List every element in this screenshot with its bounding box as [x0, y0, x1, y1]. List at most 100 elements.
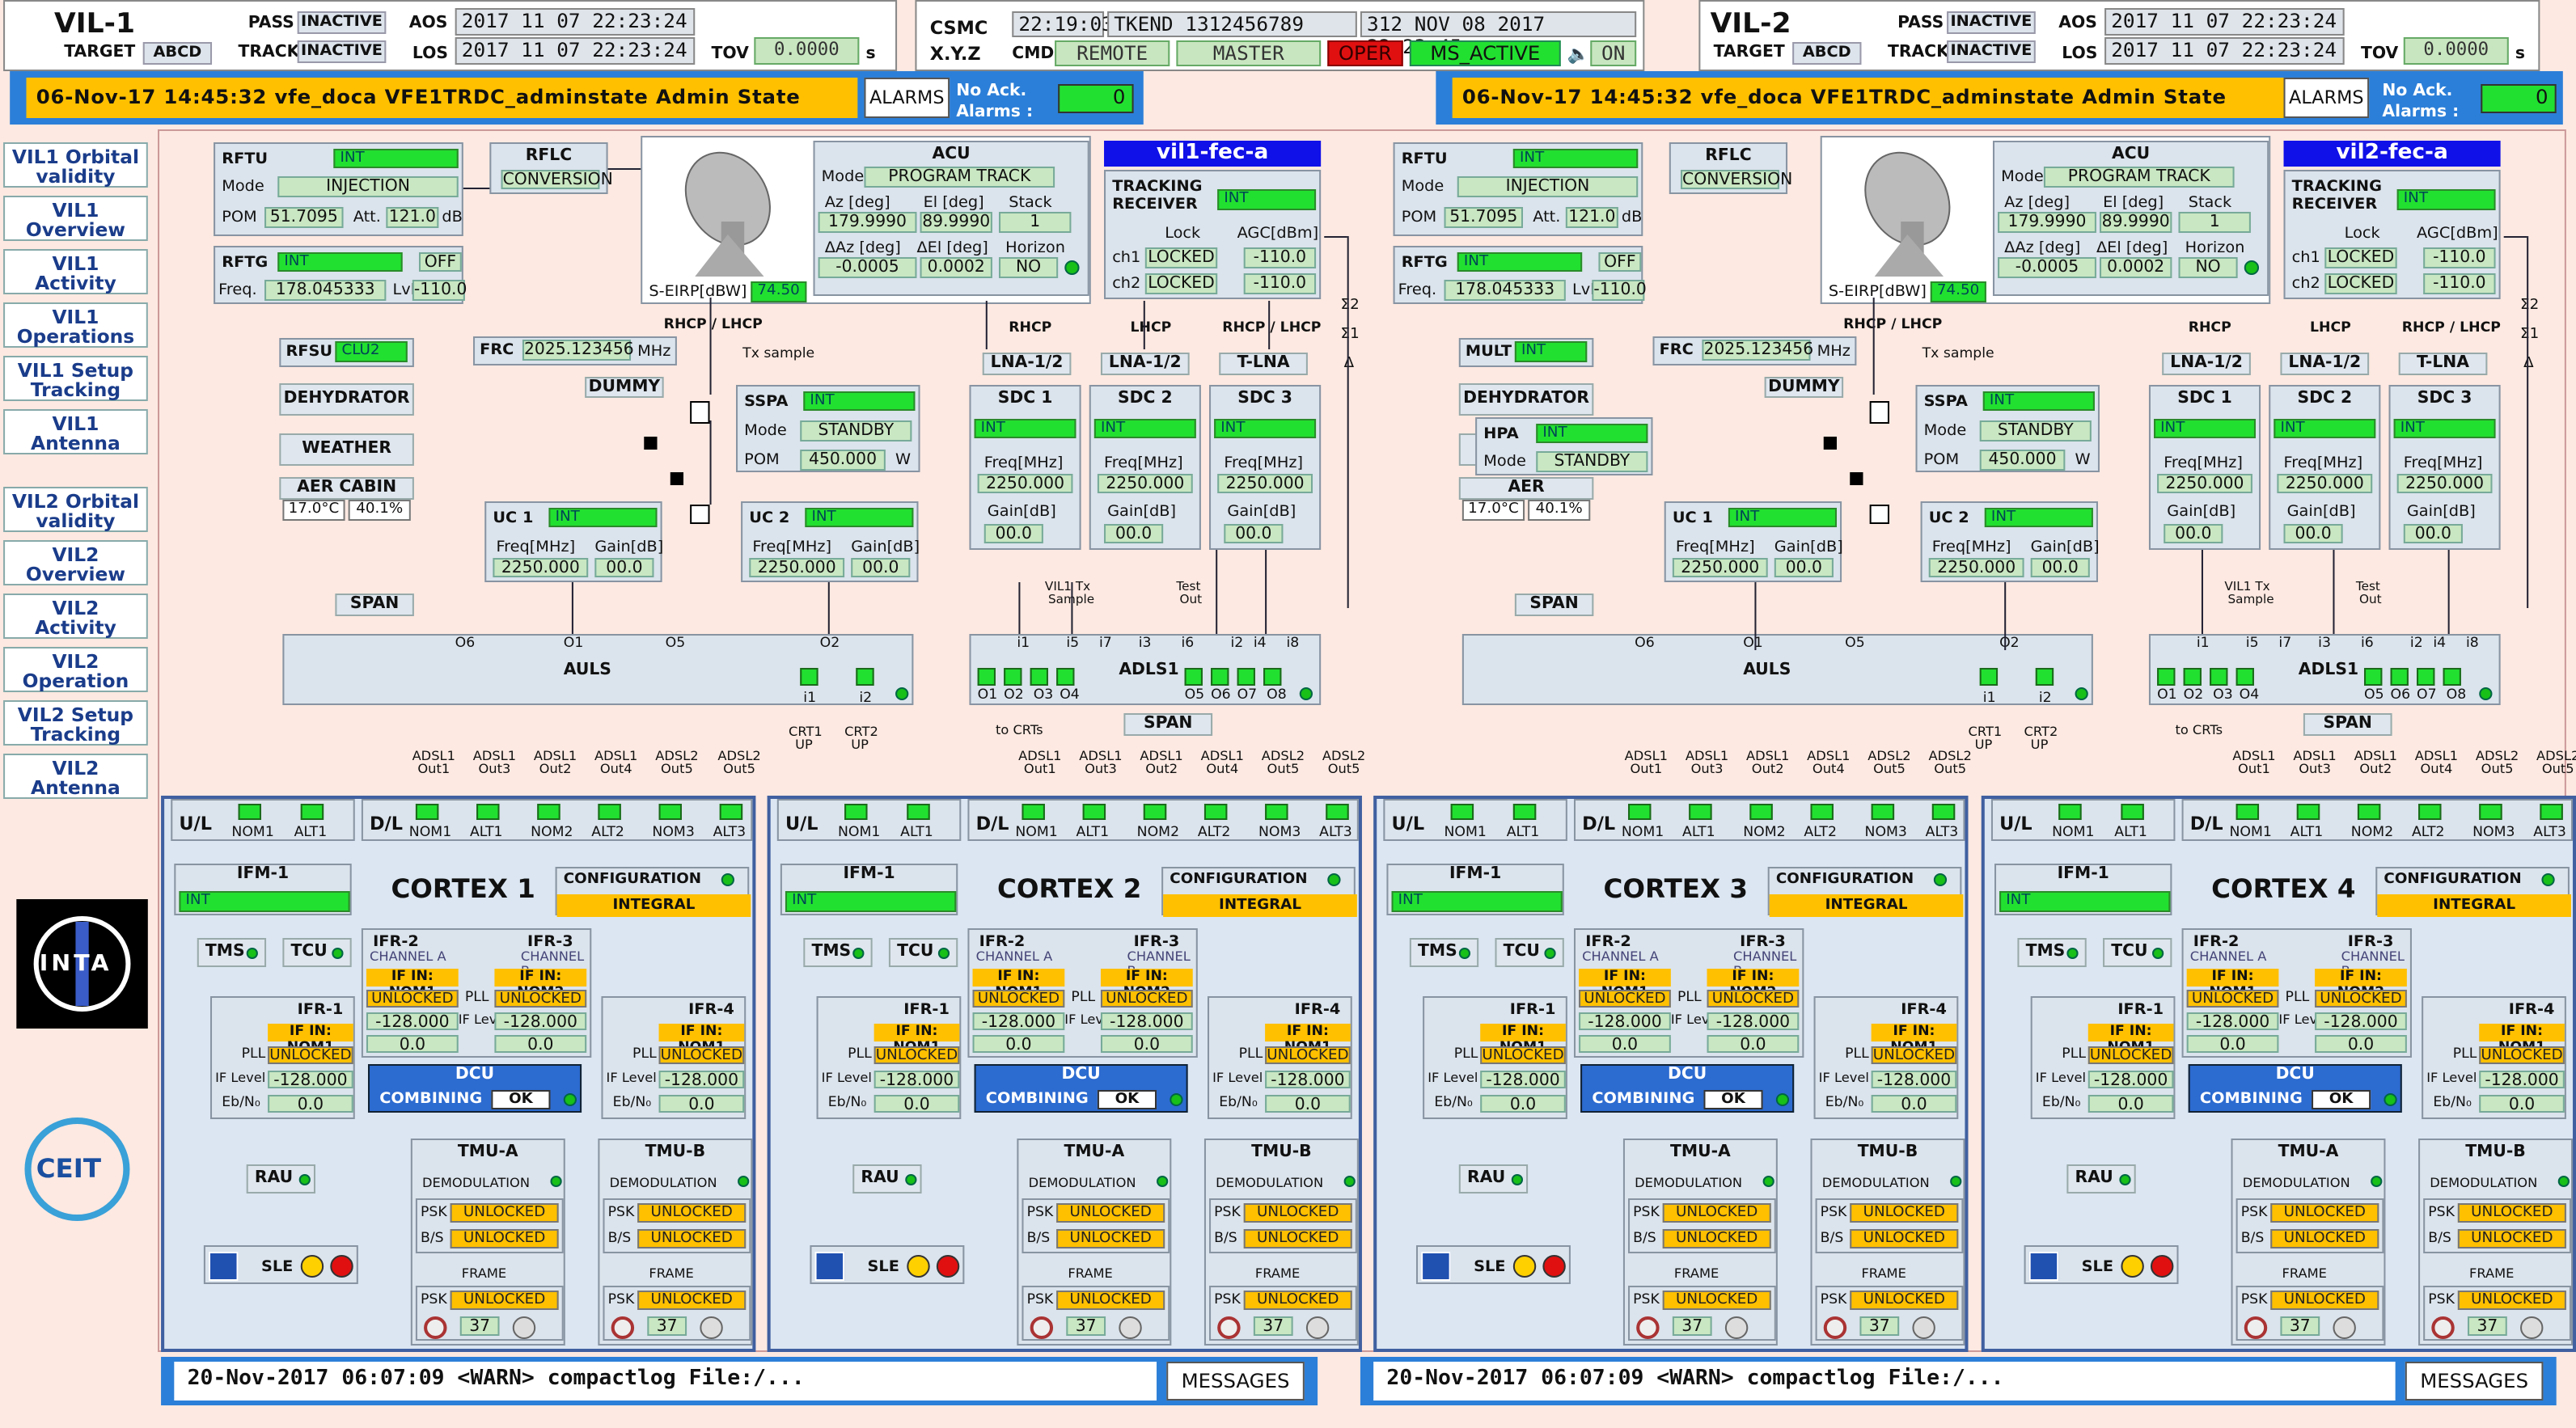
sdc1-freq: 2250.000	[2157, 474, 2252, 493]
psk-label: PSK	[421, 1205, 447, 1221]
sspa-panel: SSPA INT Mode STANDBY POM 450.000 W	[1915, 385, 2100, 472]
connector-line	[607, 168, 641, 170]
acu-label: ACU	[932, 146, 971, 163]
gain-label: Gain[dB]	[1774, 539, 1843, 556]
nom3-indicator	[1871, 804, 1895, 820]
lna-box[interactable]: LNA-1/2	[982, 353, 1072, 375]
remote-button[interactable]: REMOTE	[1055, 40, 1170, 66]
span-button[interactable]: SPAN	[2303, 713, 2392, 736]
receiver-status: INT	[1217, 189, 1317, 210]
sidebar-item[interactable]: VIL1 Operations	[3, 302, 148, 348]
dcu-ok: OK	[2312, 1090, 2371, 1109]
dcu-label: DCU	[1667, 1066, 1707, 1084]
tlna-box[interactable]: T-LNA	[2398, 353, 2488, 375]
sdc3-panel: SDC 3 INT Freq[MHz] 2250.000 Gain[dB] 00.0	[1209, 385, 1322, 550]
ul-label: U/L	[1999, 813, 2032, 834]
pll-status: UNLOCKED	[1480, 1046, 1566, 1064]
alarms-button[interactable]: ALARMS	[2283, 78, 2370, 118]
lna-box[interactable]: LNA-1/2	[1100, 353, 1190, 375]
aer-temp: 17.0°C	[1461, 500, 1525, 521]
frame-button-icon[interactable]	[2244, 1316, 2268, 1339]
span-button[interactable]: SPAN	[1514, 594, 1594, 616]
adsl-out-line2: Out5	[1267, 762, 1300, 776]
messages-button[interactable]: MESSAGES	[1166, 1362, 1305, 1401]
ifr1-label: IFR-1	[297, 1001, 344, 1019]
ifm-label: IFM-1	[236, 865, 290, 883]
off-button[interactable]: OFF	[1598, 252, 1642, 272]
acu-mode: PROGRAM TRACK	[864, 167, 1055, 188]
dummy-box[interactable]: DUMMY	[585, 377, 664, 398]
sidebar-item[interactable]: VIL2 Activity	[3, 594, 148, 639]
connector-line	[1872, 298, 1875, 395]
demod-status-icon	[1343, 1176, 1356, 1187]
sle-yellow-indicator[interactable]	[2121, 1255, 2144, 1278]
lna-box[interactable]: LNA-1/2	[2280, 353, 2370, 375]
psk-label: PSK	[2428, 1205, 2455, 1221]
frame-button-icon[interactable]	[1030, 1316, 1054, 1339]
frame-button-icon[interactable]	[424, 1316, 447, 1339]
sle-red-indicator[interactable]	[1542, 1255, 1566, 1278]
message-text: 20-Nov-2017 06:07:09 <WARN> compactlog F…	[1373, 1362, 2396, 1401]
dehydrator-box[interactable]: DEHYDRATOR	[279, 383, 414, 416]
sle-red-indicator[interactable]	[2150, 1255, 2174, 1278]
sidebar-item[interactable]: VIL1 Setup Tracking	[3, 356, 148, 401]
watt-unit: W	[895, 451, 912, 469]
sidebar-item[interactable]: VIL1 Antenna	[3, 409, 148, 454]
if-level-label: IF Level	[1212, 1071, 1263, 1085]
oper-button[interactable]: OPER	[1327, 40, 1403, 66]
frame-button-icon[interactable]	[1823, 1316, 1847, 1339]
sidebar-item[interactable]: VIL1 Activity	[3, 249, 148, 294]
dehydrator-box[interactable]: DEHYDRATOR	[1458, 383, 1594, 416]
span-button[interactable]: SPAN	[1123, 713, 1213, 736]
sle-yellow-indicator[interactable]	[300, 1255, 324, 1278]
if-in-nom2: IF IN: NOM2	[494, 969, 587, 1001]
sidebar-item[interactable]: VIL2 Antenna	[3, 754, 148, 799]
freq-label: Freq[MHz]	[2164, 454, 2243, 472]
nom1-label: NOM1	[408, 825, 452, 841]
adsl-out-label: ADSL2 Out5	[1250, 750, 1316, 783]
sidebar-item[interactable]: VIL2 Orbital validity	[3, 487, 148, 532]
off-button[interactable]: OFF	[418, 252, 462, 272]
port-o6: O6	[455, 636, 476, 652]
master-button[interactable]: MASTER	[1176, 40, 1322, 66]
sidebar-item[interactable]: VIL1 Overview	[3, 196, 148, 241]
sle-yellow-indicator[interactable]	[907, 1255, 930, 1278]
acu-status-icon	[1064, 260, 1080, 275]
span-button[interactable]: SPAN	[335, 594, 414, 616]
uc2-freq: 2250.000	[1928, 558, 2024, 577]
adsl-out-label: ADSL1 Out4	[2404, 750, 2469, 783]
ifm-label: IFM-1	[1449, 865, 1502, 883]
adsl-out-line2: Out5	[660, 762, 693, 776]
sidebar-item[interactable]: VIL2 Overview	[3, 540, 148, 585]
sle-yellow-indicator[interactable]	[1512, 1255, 1537, 1278]
frame-button-icon[interactable]	[1636, 1316, 1660, 1339]
dummy-box[interactable]: DUMMY	[1764, 377, 1844, 398]
tlna-box[interactable]: T-LNA	[1219, 353, 1308, 375]
frame-label: FRAME	[461, 1266, 507, 1281]
sle-red-indicator[interactable]	[936, 1255, 960, 1278]
conversion-value: CONVERSION	[1681, 170, 1792, 189]
on-button[interactable]: ON	[1590, 40, 1637, 66]
channel-a-label: CHANNEL A	[370, 949, 446, 964]
weather-box[interactable]: WEATHER	[279, 433, 414, 466]
lna-box[interactable]: LNA-1/2	[2162, 353, 2251, 375]
if-in-nom1: IF IN: NOM1	[366, 969, 459, 1001]
sidebar-item[interactable]: VIL2 Setup Tracking	[3, 700, 148, 746]
messages-button[interactable]: MESSAGES	[2405, 1362, 2544, 1401]
nom3-indicator	[1265, 804, 1288, 820]
speaker-icon[interactable]: 🔈	[1567, 44, 1590, 65]
sidebar-item[interactable]: VIL2 Operation	[3, 647, 148, 692]
alt2-label: ALT2	[1804, 825, 1837, 841]
sidebar-item[interactable]: VIL1 Orbital validity	[3, 142, 148, 188]
lock-label: Lock	[2344, 225, 2380, 243]
frame-button-icon[interactable]	[1217, 1316, 1241, 1339]
rftu-label: RFTU	[1401, 150, 1448, 168]
port-i2: i2	[1230, 636, 1244, 652]
receiver-label: RECEIVER	[2291, 196, 2378, 213]
frame-button-icon[interactable]	[2431, 1316, 2455, 1339]
mult-label: MULT	[1465, 343, 1512, 361]
sle-red-indicator[interactable]	[330, 1255, 353, 1278]
ms-active-button[interactable]: MS_ACTIVE	[1409, 40, 1561, 66]
frame-button-icon[interactable]	[611, 1316, 635, 1339]
alarms-button[interactable]: ALARMS	[864, 78, 950, 118]
